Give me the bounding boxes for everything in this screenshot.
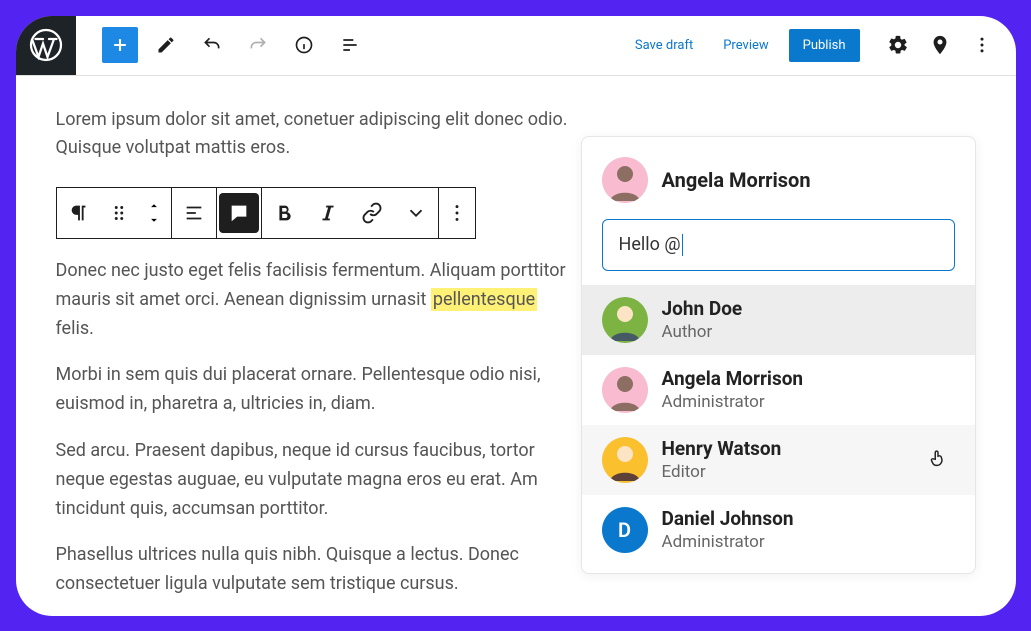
comment-author-name: Angela Morrison — [662, 168, 811, 192]
user-role: Author — [662, 322, 743, 342]
block-more-icon[interactable] — [439, 189, 475, 237]
comment-input-value: Hello @ — [619, 234, 681, 255]
block-toolbar — [56, 187, 476, 239]
mention-user-item[interactable]: D Daniel Johnson Administrator — [582, 495, 975, 565]
avatar — [602, 437, 648, 483]
publish-button[interactable]: Publish — [789, 29, 860, 62]
preview-button[interactable]: Preview — [713, 32, 778, 59]
paragraph[interactable]: Lorem ipsum dolor sit amet, conetuer adi… — [56, 106, 576, 164]
outline-icon[interactable] — [332, 27, 368, 63]
paragraph[interactable]: Donec nec justo eget felis facilisis fer… — [56, 257, 576, 343]
align-icon[interactable] — [172, 189, 216, 237]
undo-icon[interactable] — [194, 27, 230, 63]
save-draft-button[interactable]: Save draft — [625, 32, 703, 59]
italic-icon[interactable] — [306, 189, 350, 237]
comment-panel: Angela Morrison Hello @ John Doe Author — [581, 136, 976, 574]
avatar — [602, 157, 648, 203]
more-icon[interactable] — [968, 31, 996, 59]
paragraph[interactable]: Sed arcu. Praesent dapibus, neque id cur… — [56, 437, 576, 523]
settings-icon[interactable] — [884, 31, 912, 59]
avatar — [602, 367, 648, 413]
redo-icon — [240, 27, 276, 63]
user-role: Administrator — [662, 392, 804, 412]
highlighted-text: pellentesque — [431, 288, 537, 311]
avatar-initial: D — [618, 518, 631, 542]
chevron-down-icon[interactable] — [394, 189, 438, 237]
user-role: Editor — [662, 462, 782, 482]
edit-icon[interactable] — [148, 27, 184, 63]
paragraph-type-icon[interactable] — [57, 189, 101, 237]
app-window: Save draft Preview Publish Lorem ipsum d… — [16, 16, 1016, 616]
pointer-cursor-icon — [927, 447, 949, 473]
user-role: Administrator — [662, 532, 794, 552]
user-name: Angela Morrison — [662, 367, 804, 390]
mention-user-list: John Doe Author Angela Morrison Administ… — [582, 285, 975, 565]
avatar — [602, 297, 648, 343]
paragraph[interactable]: Morbi in sem quis dui placerat ornare. P… — [56, 361, 576, 419]
move-arrows[interactable] — [137, 199, 171, 227]
drag-handle-icon[interactable] — [101, 189, 137, 237]
link-icon[interactable] — [350, 189, 394, 237]
add-block-button[interactable] — [102, 27, 138, 63]
comment-icon[interactable] — [219, 193, 259, 233]
text-cursor — [682, 234, 683, 256]
text: felis. — [56, 318, 94, 339]
bold-icon[interactable] — [262, 189, 306, 237]
comment-input[interactable]: Hello @ — [602, 219, 955, 271]
top-bar: Save draft Preview Publish — [16, 16, 1016, 76]
mention-user-item[interactable]: Angela Morrison Administrator — [582, 355, 975, 425]
paragraph[interactable]: Phasellus ultrices nulla quis nibh. Quis… — [56, 541, 576, 599]
info-icon[interactable] — [286, 27, 322, 63]
mention-user-item[interactable]: Henry Watson Editor — [582, 425, 975, 495]
mention-user-item[interactable]: John Doe Author — [582, 285, 975, 355]
comment-panel-header: Angela Morrison — [582, 157, 975, 219]
user-name: John Doe — [662, 297, 743, 320]
wordpress-logo[interactable] — [16, 16, 76, 76]
avatar: D — [602, 507, 648, 553]
marker-icon[interactable] — [926, 31, 954, 59]
user-name: Henry Watson — [662, 437, 782, 460]
user-name: Daniel Johnson — [662, 507, 794, 530]
